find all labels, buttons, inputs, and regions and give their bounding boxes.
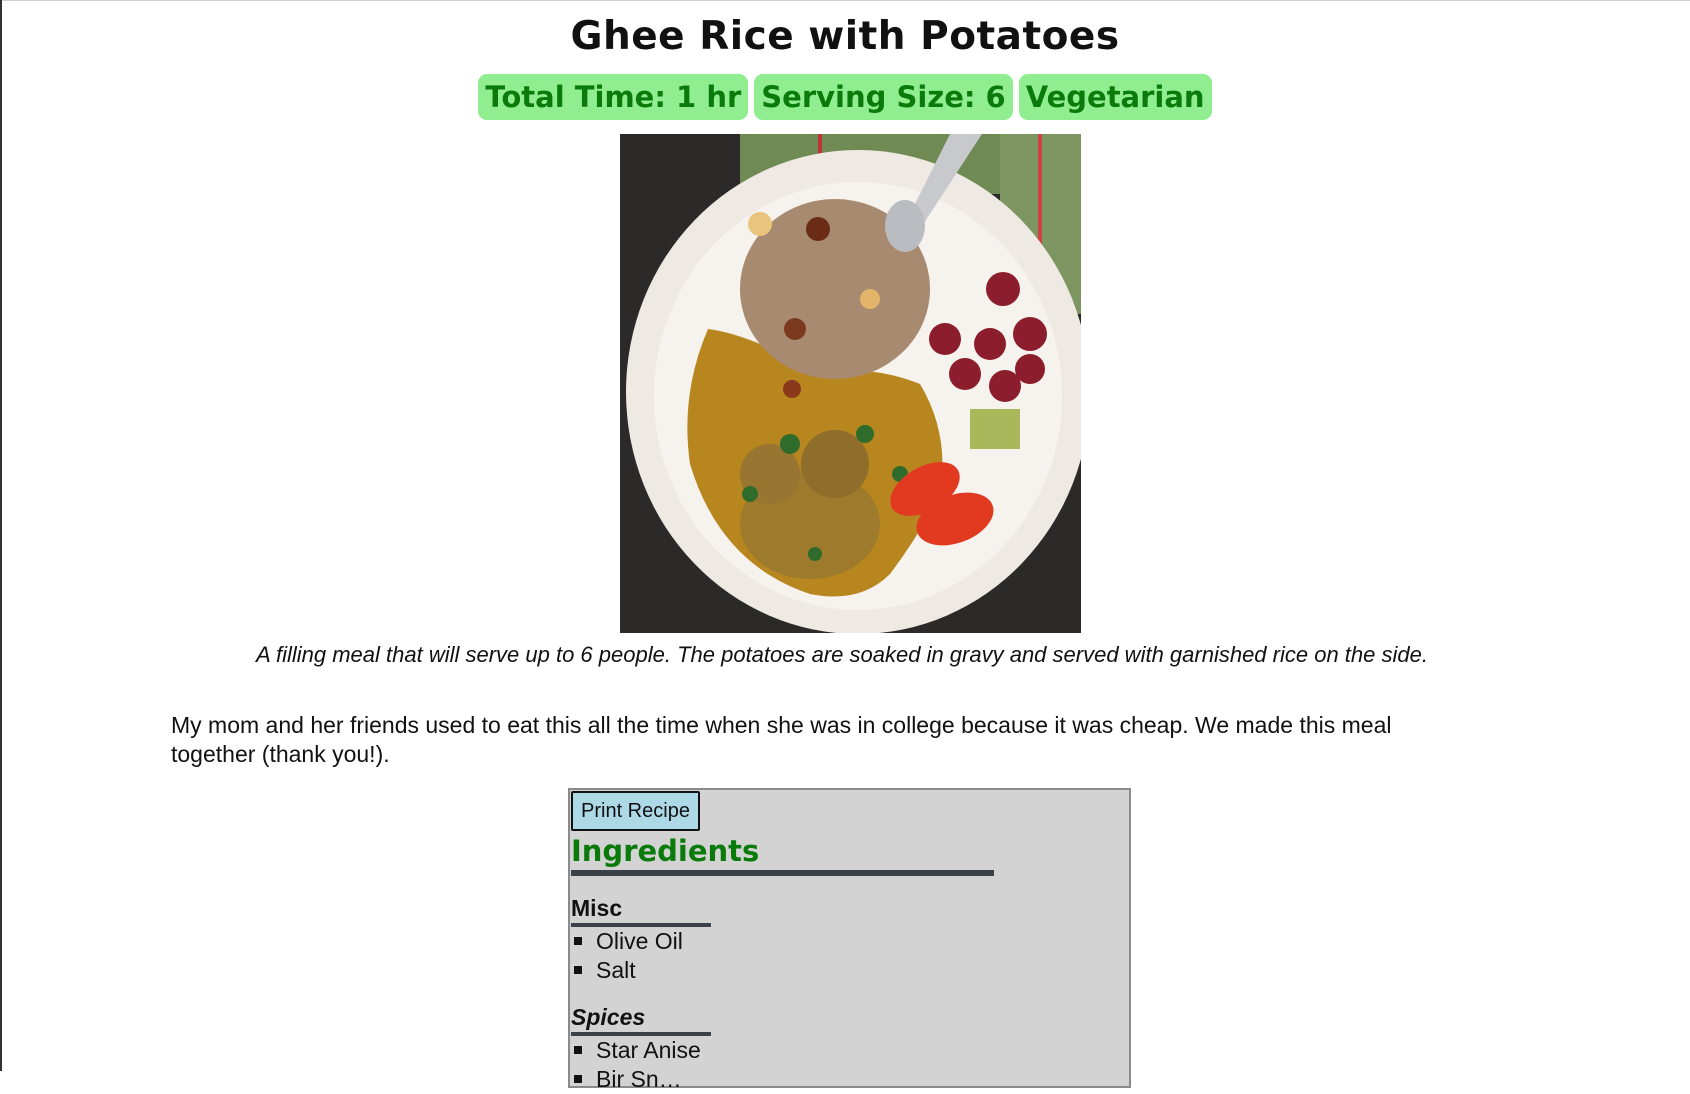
top-border [0,0,1690,1]
left-border [0,0,2,1071]
group-title-misc: Misc [571,895,623,921]
ingredient-item: Olive Oil [571,927,683,956]
ingredient-item: Star Anise [571,1036,701,1065]
bullet-icon [574,965,582,974]
bullet-icon [574,936,582,945]
ingredients-heading: Ingredients [571,834,760,868]
ingredient-item: Salt [571,956,636,985]
vegetarian-badge: Vegetarian [1018,74,1212,120]
recipe-caption: A filling meal that will serve up to 6 p… [256,642,1428,667]
bullet-icon [574,1045,582,1054]
total-time-badge: Total Time: 1 hr [478,74,749,120]
print-recipe-button[interactable]: Print Recipe [571,791,700,831]
bullet-icon [574,1074,582,1083]
ingredient-item: Bir Sn… [571,1065,682,1094]
recipe-photo [620,134,1081,633]
group-title-spices: Spices [571,1004,646,1030]
recipe-badges: Total Time: 1 hr Serving Size: 6 Vegetar… [0,74,1690,120]
recipe-title: Ghee Rice with Potatoes [570,14,1120,59]
recipe-card: Print Recipe Ingredients Misc Olive Oil … [568,788,1131,1092]
recipe-story: My mom and her friends used to eat this … [171,712,1392,767]
serving-size-badge: Serving Size: 6 [754,74,1013,120]
ingredients-divider [571,870,994,876]
